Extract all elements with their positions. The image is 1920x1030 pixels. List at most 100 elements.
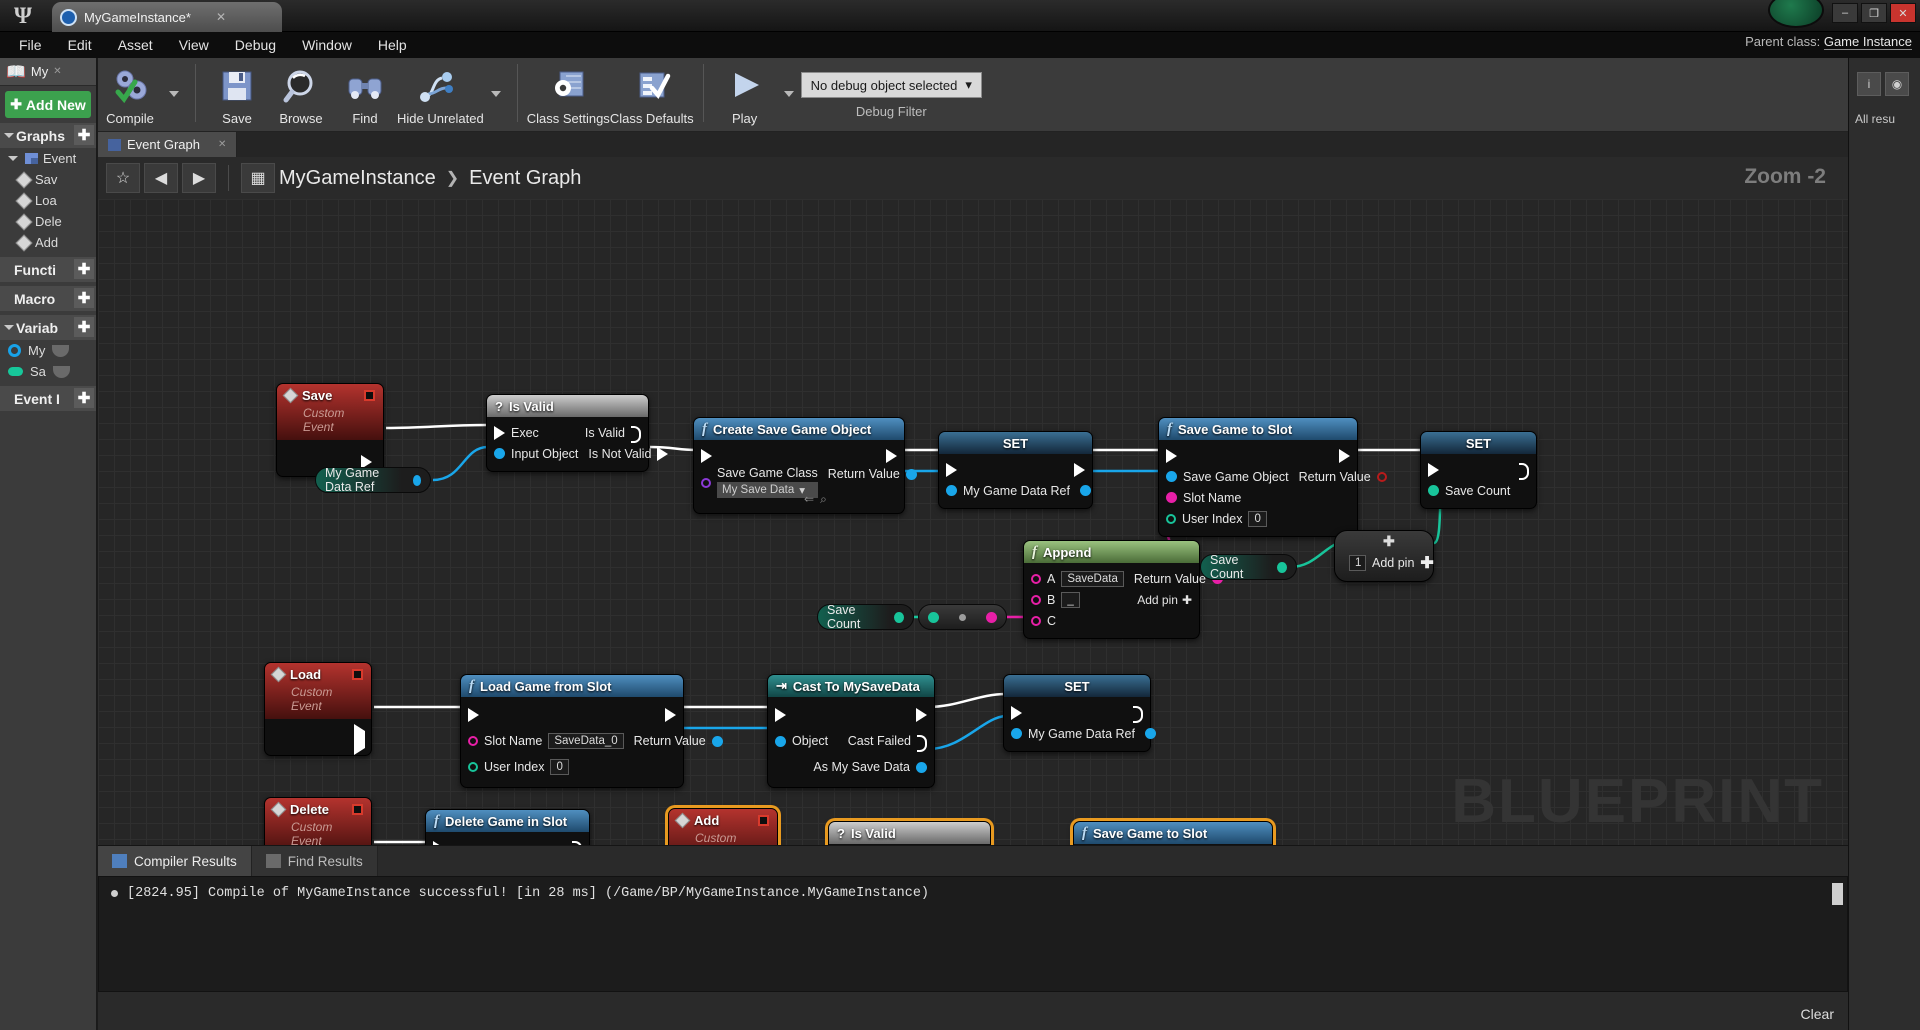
class-defaults-button[interactable]: Class Defaults: [610, 58, 694, 130]
exec-pin-icon[interactable]: [946, 462, 957, 477]
exec-pin-icon[interactable]: [1339, 448, 1350, 463]
class-picker-tools[interactable]: ⇐ ⌕: [804, 492, 827, 507]
blueprint-graph-canvas[interactable]: Save Custom Event My Game Data Ref ? Is …: [98, 199, 1848, 845]
object-pin-icon[interactable]: [711, 735, 723, 747]
string-pin-icon[interactable]: [1031, 573, 1041, 584]
compile-dropdown[interactable]: [162, 58, 186, 130]
sidebar-variable-my-game-data-ref[interactable]: My: [0, 340, 96, 361]
browse-icon[interactable]: ⌕: [820, 492, 827, 507]
add-macro-button[interactable]: ✚: [74, 288, 94, 308]
compile-button[interactable]: Compile: [98, 58, 162, 130]
close-icon[interactable]: ✕: [218, 139, 226, 150]
menu-help[interactable]: Help: [367, 34, 418, 56]
back-button[interactable]: ◀: [144, 163, 178, 193]
breadcrumb-root[interactable]: MyGameInstance: [279, 167, 436, 190]
save-game-class-select[interactable]: My Save Data ▾: [717, 482, 818, 498]
exec-pin-icon[interactable]: [1166, 448, 1177, 463]
exec-pin-icon[interactable]: [1074, 462, 1085, 477]
compiler-log-area[interactable]: [2824.95] Compile of MyGameInstance succ…: [98, 876, 1848, 992]
add-function-button[interactable]: ✚: [74, 259, 94, 279]
sidebar-item-add[interactable]: Add: [0, 232, 96, 253]
menu-view[interactable]: View: [168, 34, 220, 56]
node-is-valid-2[interactable]: ? Is Valid Exec Is Valid Input Object Is…: [828, 821, 991, 845]
object-pin-icon[interactable]: [1011, 728, 1022, 739]
eye-icon[interactable]: [52, 365, 70, 378]
node-set-my-game-data-ref-1[interactable]: SET My Game Data Ref: [938, 431, 1093, 509]
minimize-button[interactable]: –: [1832, 3, 1858, 23]
camera-icon[interactable]: ◉: [1885, 72, 1909, 96]
node-load-custom-event[interactable]: Load Custom Event: [264, 662, 372, 756]
object-pin-icon[interactable]: [494, 448, 505, 459]
pin-row[interactable]: C: [1024, 610, 1199, 631]
forward-button[interactable]: ▶: [182, 163, 216, 193]
node-get-save-count-1[interactable]: Save Count: [817, 603, 914, 631]
info-icon[interactable]: i: [1857, 72, 1881, 96]
add-b-input[interactable]: 1: [1349, 555, 1366, 571]
pin-row[interactable]: B _ Add pin ✚: [1024, 589, 1199, 610]
my-blueprint-tab[interactable]: 📖 My ✕: [0, 58, 96, 86]
int-pin-icon[interactable]: [928, 611, 939, 623]
exec-pin-icon[interactable]: [657, 446, 669, 461]
append-a-input[interactable]: SaveData: [1061, 570, 1124, 587]
node-get-save-count-2[interactable]: Save Count: [1200, 553, 1297, 581]
node-delete-custom-event[interactable]: Delete Custom Event Slot Name User Index: [264, 797, 372, 845]
parent-class-link[interactable]: Game Instance: [1823, 34, 1912, 50]
exec-pin-icon[interactable]: [468, 708, 479, 722]
object-pin-icon[interactable]: [1079, 485, 1091, 496]
find-button[interactable]: Find: [333, 58, 397, 130]
object-pin-icon[interactable]: [412, 474, 421, 486]
add-graph-button[interactable]: ✚: [74, 125, 94, 145]
tab-find-results[interactable]: Find Results: [251, 846, 378, 876]
node-save-custom-event[interactable]: Save Custom Event: [276, 383, 384, 477]
pin-row[interactable]: My Game Data Ref: [939, 480, 1092, 501]
pin-row[interactable]: [1421, 459, 1536, 480]
section-variables[interactable]: Variab ✚: [0, 315, 96, 340]
section-graphs[interactable]: Graphs ✚: [0, 123, 96, 148]
add-variable-button[interactable]: ✚: [74, 317, 94, 337]
exec-pin-icon[interactable]: [1011, 705, 1022, 720]
pin-row[interactable]: User Index 0: [461, 754, 683, 780]
close-icon[interactable]: ✕: [216, 10, 226, 24]
pin-row[interactable]: Save Game Object Return Value: [1159, 466, 1387, 487]
node-is-valid-1[interactable]: ? Is Valid Exec Is Valid Input Object Is…: [486, 394, 669, 472]
int-pin-icon[interactable]: [468, 762, 478, 772]
asset-tab-mygameinstance[interactable]: MyGameInstance* ✕: [52, 2, 282, 32]
node-convert-int-to-string[interactable]: [918, 604, 1007, 630]
node-add-custom-event[interactable]: Add Custom Event Slot Name Game Data: [668, 808, 778, 845]
section-macros[interactable]: Macro ✚: [0, 286, 96, 311]
node-delete-game-in-slot[interactable]: f Delete Game in Slot Slot Name Return V…: [425, 809, 590, 845]
string-pin-icon[interactable]: [986, 611, 997, 623]
node-save-game-to-slot-1[interactable]: f Save Game to Slot Save Game Object Ret…: [1158, 417, 1387, 537]
exec-pin-icon[interactable]: [775, 708, 786, 722]
plus-icon[interactable]: ✚: [1420, 553, 1433, 573]
section-functions[interactable]: Functi ✚: [0, 257, 96, 282]
tab-compiler-results[interactable]: Compiler Results: [98, 846, 252, 876]
pin-row[interactable]: [768, 702, 934, 728]
browse-button[interactable]: Browse: [269, 58, 333, 130]
int-pin-icon[interactable]: [1166, 513, 1176, 524]
add-event-dispatcher-button[interactable]: ✚: [74, 388, 94, 408]
node-cast-to-mysavedata[interactable]: ⇥ Cast To MySaveData Object Cast Failed …: [767, 674, 935, 788]
sidebar-variable-save-count[interactable]: Sa: [0, 361, 96, 382]
sidebar-item-load[interactable]: Loa: [0, 190, 96, 211]
section-event-dispatchers[interactable]: Event I ✚: [0, 386, 96, 411]
pin-row[interactable]: [461, 702, 683, 728]
tab-event-graph[interactable]: Event Graph ✕: [98, 132, 238, 157]
node-set-my-game-data-ref-2[interactable]: SET My Game Data Ref: [1003, 674, 1156, 752]
slot-name-input[interactable]: SaveData_0: [548, 733, 624, 749]
pin-row[interactable]: My Game Data Ref: [1004, 723, 1156, 744]
pin-row[interactable]: User Index 0: [1159, 508, 1357, 529]
hide-unrelated-dropdown[interactable]: [484, 58, 508, 130]
exec-pin-icon[interactable]: [701, 448, 712, 463]
pin-row[interactable]: Input Object Is Not Valid: [487, 443, 669, 464]
pin-row[interactable]: [939, 459, 1092, 480]
exec-pin-icon[interactable]: [665, 708, 676, 722]
exec-pin-icon[interactable]: [1133, 706, 1143, 723]
menu-debug[interactable]: Debug: [224, 34, 287, 56]
pin-row[interactable]: Slot Name: [1159, 487, 1357, 508]
pin-row[interactable]: Slot Name SaveData_0 Return Value: [461, 728, 723, 754]
close-window-button[interactable]: ✕: [1890, 3, 1916, 23]
object-pin-icon[interactable]: [946, 485, 957, 496]
node-get-my-game-data-ref[interactable]: My Game Data Ref: [315, 466, 431, 494]
exec-pin-icon[interactable]: [917, 734, 927, 752]
